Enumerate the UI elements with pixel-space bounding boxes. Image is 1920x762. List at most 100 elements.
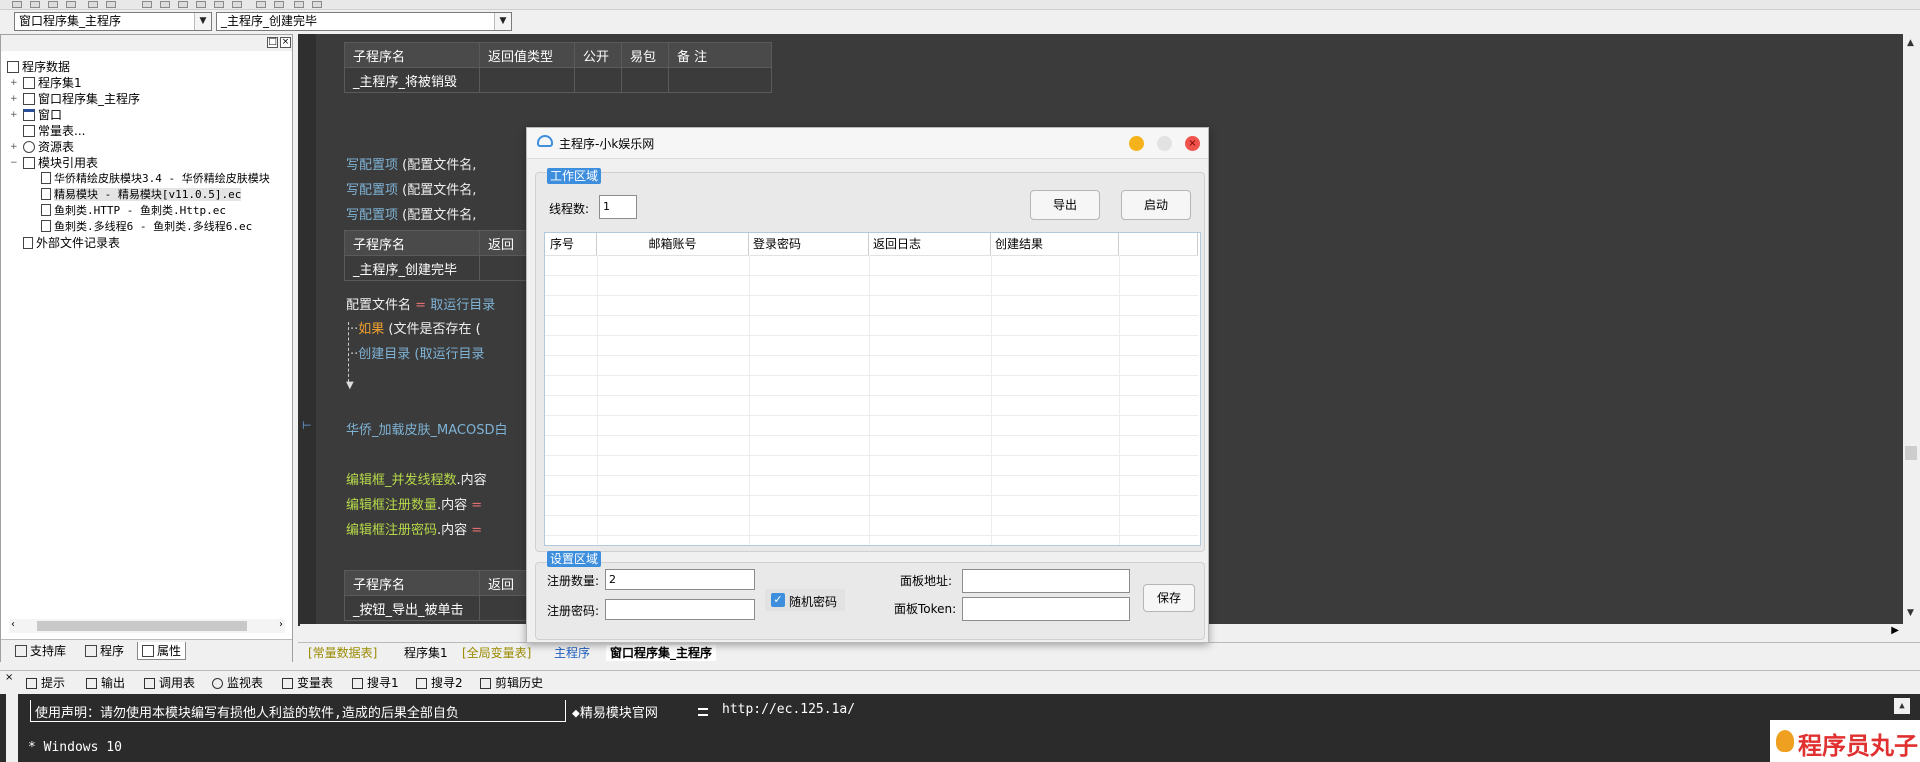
code-line[interactable]: 配置文件名 = 取运行目录 [346, 294, 495, 313]
collapse-icon[interactable]: − [10, 158, 18, 168]
scroll-right-icon[interactable]: ▶ [1891, 625, 1899, 636]
random-password-checkbox[interactable]: ✓ 随机密码 [765, 589, 845, 611]
tree-item-module-refs[interactable]: 模块引用表 [23, 155, 98, 171]
column-header[interactable]: 登录密码 [749, 233, 869, 255]
toolbar-icon[interactable] [160, 1, 170, 8]
expand-icon[interactable]: + [10, 78, 18, 88]
website-link[interactable]: http://ec.125.1a/ [722, 702, 855, 717]
tree-item-window-program-set[interactable]: 窗口程序集_主程序 [23, 91, 140, 107]
code-line[interactable]: 写配置项 (配置文件名, [346, 204, 476, 223]
program-set-select[interactable]: 窗口程序集_主程序 ▼ [14, 12, 212, 31]
scroll-right-icon[interactable]: › [279, 619, 283, 630]
close-button[interactable]: × [1185, 136, 1200, 151]
tree-module-item[interactable]: 鱼刺类.HTTP - 鱼刺类.Http.ec [41, 203, 226, 219]
tab-program[interactable]: 程序 [81, 642, 128, 660]
expand-icon[interactable]: + [10, 142, 18, 152]
expand-icon[interactable]: + [10, 94, 18, 104]
scroll-down-icon[interactable]: ▼ [1907, 608, 1914, 618]
scroll-left-icon[interactable]: ‹ [11, 619, 15, 630]
panel-token-input[interactable] [962, 597, 1130, 621]
chevron-down-icon[interactable]: ▼ [194, 13, 211, 30]
code-line[interactable]: 华侨_加载皮肤_MACOSD白 [346, 419, 507, 438]
tree-item-constants[interactable]: 常量表... [23, 123, 85, 139]
tab-output[interactable]: 输出 [86, 675, 125, 691]
table-cell[interactable]: _主程序_将被销毁 [344, 67, 480, 93]
register-count-input[interactable]: 2 [605, 569, 755, 590]
expand-icon[interactable]: + [10, 110, 18, 120]
table-cell[interactable] [668, 67, 772, 93]
toolbar-icon[interactable] [12, 1, 22, 8]
tab-properties[interactable]: 属性 [137, 642, 187, 660]
pin-icon[interactable]: □ [267, 37, 278, 48]
tab-watch-table[interactable]: 监视表 [212, 675, 263, 691]
toolbar-icon[interactable] [232, 1, 242, 8]
toolbar-icon[interactable] [66, 1, 76, 8]
horizontal-scrollbar[interactable]: ‹ › [9, 619, 285, 633]
vertical-scrollbar[interactable]: ▲ ▼ [1903, 34, 1920, 626]
toolbar-icon[interactable] [142, 1, 152, 8]
subprogram-select[interactable]: _主程序_创建完毕 ▼ [216, 12, 512, 31]
tree-item-program-set[interactable]: 程序集1 [23, 75, 82, 91]
table-cell[interactable] [574, 67, 622, 93]
column-header[interactable]: 返回日志 [869, 233, 991, 255]
toolbar-icon[interactable] [30, 1, 40, 8]
tab-window-program-set[interactable]: 窗口程序集_主程序 [606, 645, 717, 661]
start-button[interactable]: 启动 [1121, 190, 1191, 220]
tab-main-program[interactable]: 主程序 [554, 645, 590, 661]
maximize-button[interactable] [1157, 136, 1172, 151]
toolbar-icon[interactable] [196, 1, 206, 8]
panel-address-input[interactable] [962, 569, 1130, 593]
scroll-thumb[interactable] [37, 621, 247, 631]
close-icon[interactable]: × [5, 672, 13, 683]
toolbar-icon[interactable] [256, 1, 266, 8]
toolbar-icon[interactable] [312, 1, 322, 8]
code-line[interactable]: 编辑框注册数量.内容 = [346, 494, 482, 513]
tab-hint[interactable]: 提示 [26, 675, 65, 691]
tree-module-item[interactable]: 精易模块 - 精易模块[v11.0.5].ec [41, 187, 242, 203]
accounts-table[interactable]: 序号 邮箱账号 登录密码 返回日志 创建结果 [544, 232, 1201, 546]
toolbar-icon[interactable] [48, 1, 58, 8]
code-line[interactable]: 编辑框_并发线程数.内容 [346, 469, 487, 488]
tree-module-item[interactable]: 华侨精绘皮肤模块3.4 - 华侨精绘皮肤模块 [41, 171, 270, 187]
table-cell[interactable]: _按钮_导出_被单击 [344, 595, 480, 621]
minimize-button[interactable] [1129, 136, 1144, 151]
tree-item-resources[interactable]: 资源表 [23, 139, 74, 155]
scroll-thumb[interactable] [1905, 446, 1917, 460]
close-icon[interactable]: × [280, 37, 291, 48]
tree-root[interactable]: 程序数据 [7, 59, 70, 75]
register-password-input[interactable] [605, 599, 755, 620]
toolbar-icon[interactable] [106, 1, 116, 8]
code-line[interactable]: 写配置项 (配置文件名, [346, 179, 476, 198]
chevron-down-icon[interactable]: ▼ [494, 13, 511, 30]
output-console[interactable]: 使用声明：请勿使用本模块编写有损他人利益的软件,造成的后果全部自负 ◆精易模块官… [0, 694, 1920, 762]
code-line[interactable]: 写配置项 (配置文件名, [346, 154, 476, 173]
table-cell[interactable] [479, 67, 575, 93]
tab-program-set-1[interactable]: 程序集1 [404, 645, 448, 661]
tab-call-table[interactable]: 调用表 [144, 675, 195, 691]
toolbar-icon[interactable] [274, 1, 284, 8]
table-cell[interactable]: _主程序_创建完毕 [344, 255, 480, 281]
tab-constant-table[interactable]: [常量数据表] [308, 645, 377, 661]
tab-support-library[interactable]: 支持库 [11, 642, 70, 660]
toolbar-icon[interactable] [214, 1, 224, 8]
code-line[interactable]: ··如果 (文件是否存在 ( [350, 318, 481, 337]
toolbar-icon[interactable] [88, 1, 98, 8]
scroll-up-icon[interactable]: ▲ [1894, 698, 1910, 714]
tab-variable-table[interactable]: 变量表 [282, 675, 333, 691]
toolbar-icon[interactable] [178, 1, 188, 8]
column-header[interactable]: 序号 [545, 233, 597, 255]
table-cell[interactable] [621, 67, 669, 93]
toolbar-icon[interactable] [294, 1, 304, 8]
tree-item-external-files[interactable]: 外部文件记录表 [23, 235, 120, 251]
save-button[interactable]: 保存 [1143, 584, 1195, 612]
tab-search-2[interactable]: 搜寻2 [416, 675, 463, 691]
code-line[interactable]: ··创建目录 (取运行目录 [350, 343, 485, 362]
tab-search-1[interactable]: 搜寻1 [352, 675, 399, 691]
tab-clipboard-history[interactable]: 剪辑历史 [480, 675, 543, 691]
column-header[interactable]: 邮箱账号 [597, 233, 749, 255]
threads-input[interactable]: 1 [599, 195, 637, 219]
export-button[interactable]: 导出 [1030, 190, 1100, 220]
column-header[interactable]: 创建结果 [991, 233, 1119, 255]
tree-item-window[interactable]: 窗口 [23, 107, 62, 123]
tab-global-variables[interactable]: [全局变量表] [462, 645, 531, 661]
